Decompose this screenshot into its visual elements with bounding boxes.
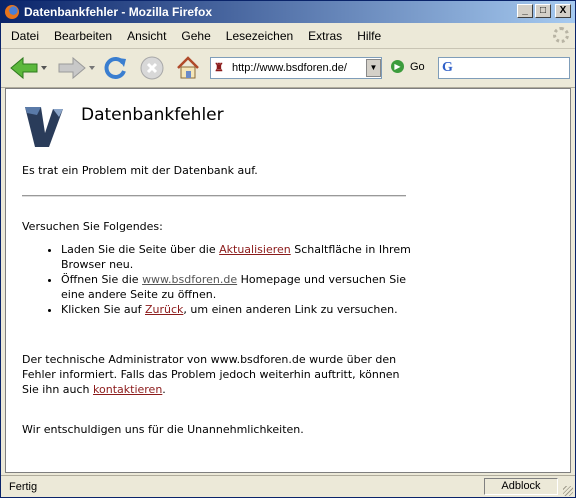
minimize-button[interactable]: _ [517, 4, 533, 18]
page-content: Datenbankfehler Es trat ein Problem mit … [5, 88, 571, 473]
divider [22, 195, 406, 197]
firefox-icon [5, 5, 19, 19]
status-text: Fertig [9, 481, 38, 493]
list-item: Laden Sie die Seite über die Aktualisier… [61, 242, 421, 272]
menu-datei[interactable]: Datei [11, 29, 39, 43]
go-button[interactable]: ▶ Go [391, 60, 425, 73]
menu-ansicht[interactable]: Ansicht [127, 29, 166, 43]
reload-button[interactable] [101, 54, 131, 82]
back-button[interactable] [9, 54, 49, 82]
list-item: Öffnen Sie die www.bsdforen.de Homepage … [61, 272, 421, 302]
stop-icon [140, 56, 164, 80]
window-controls: _ □ X [517, 4, 571, 18]
home-button[interactable] [173, 54, 203, 82]
address-bar[interactable]: ♜ http://www.bsdforen.de/ ▼ [210, 57, 382, 79]
error-intro: Es trat ein Problem mit der Datenbank au… [22, 164, 258, 177]
bsdforen-logo [23, 103, 65, 149]
status-bar: Fertig Adblock [1, 475, 575, 498]
url-text: http://www.bsdforen.de/ [232, 62, 347, 74]
go-arrow-icon: ▶ [391, 60, 404, 73]
close-button[interactable]: X [555, 4, 571, 18]
suggestions-list: Laden Sie die Seite über die Aktualisier… [46, 242, 421, 317]
adblock-button[interactable]: Adblock [484, 478, 558, 495]
list-item: Klicken Sie auf Zurück, um einen anderen… [61, 302, 421, 317]
contact-link[interactable]: kontaktieren [93, 383, 162, 396]
title-bar: Datenbankfehler - Mozilla Firefox _ □ X [1, 1, 575, 23]
back-link[interactable]: Zurück [145, 303, 183, 316]
menu-bar: Datei Bearbeiten Ansicht Gehe Lesezeiche… [1, 24, 575, 49]
menu-bearbeiten[interactable]: Bearbeiten [54, 29, 112, 43]
maximize-button[interactable]: □ [535, 4, 551, 18]
apology-text: Wir entschuldigen uns für die Unannehmli… [22, 423, 304, 436]
admin-notice: Der technische Administrator von www.bsd… [22, 353, 400, 396]
menu-gehe[interactable]: Gehe [181, 29, 210, 43]
back-arrow-icon [10, 56, 47, 80]
menu-hilfe[interactable]: Hilfe [357, 29, 381, 43]
suggestions-heading: Versuchen Sie Folgendes: [22, 220, 163, 233]
reload-link[interactable]: Aktualisieren [219, 243, 291, 256]
site-favicon-icon: ♜ [214, 62, 224, 74]
throbber-icon [553, 27, 569, 43]
home-icon [177, 56, 199, 79]
resize-grip-icon[interactable] [563, 486, 573, 496]
homepage-link[interactable]: www.bsdforen.de [142, 273, 237, 286]
menu-lesezeichen[interactable]: Lesezeichen [226, 29, 293, 43]
forward-button[interactable] [55, 54, 97, 82]
menu-extras[interactable]: Extras [308, 29, 342, 43]
google-search-icon[interactable]: G [442, 60, 453, 76]
url-dropdown-button[interactable]: ▼ [366, 59, 381, 77]
reload-icon [104, 57, 126, 79]
stop-button[interactable] [137, 54, 167, 82]
go-label: Go [410, 60, 425, 73]
window-title: Datenbankfehler - Mozilla Firefox [24, 5, 213, 19]
page-title: Datenbankfehler [81, 105, 224, 125]
browser-window: Datenbankfehler - Mozilla Firefox _ □ X … [0, 0, 576, 498]
search-input[interactable]: G [438, 57, 570, 79]
forward-arrow-icon [58, 56, 95, 80]
